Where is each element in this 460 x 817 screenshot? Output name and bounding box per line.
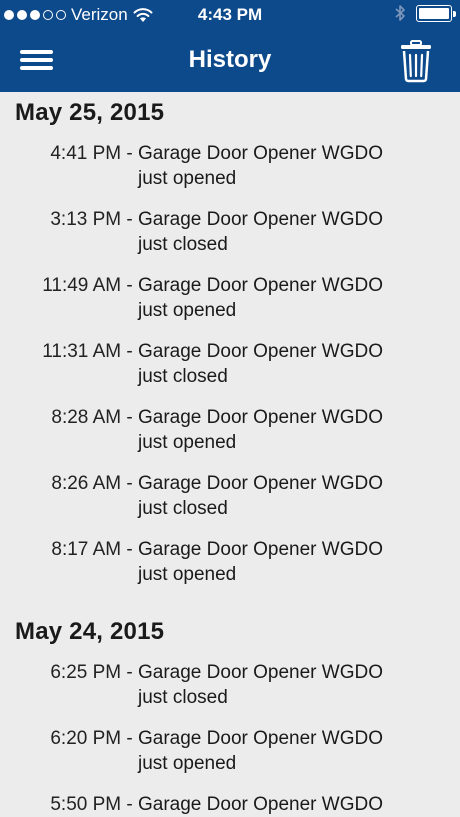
entry-time: 4:41 PM [50,143,122,164]
entry-device: Garage Door Opener WGDO [138,728,383,749]
entry-time-cell: 4:41 PM - [0,141,138,191]
entry-separator: - [121,794,138,815]
menu-button[interactable] [14,44,60,78]
entry-time-cell: 6:25 PM - [0,660,138,710]
entry-event: just closed [138,498,228,519]
entry-event: just opened [138,168,237,189]
entry-description: Garage Door Opener WGDO just opened [138,537,438,587]
status-time: 4:43 PM [197,5,263,24]
entry-description: Garage Door Opener WGDO just closed [138,207,438,257]
history-entry: 8:28 AM - Garage Door Opener WGDO just op… [0,405,460,455]
entry-description: Garage Door Opener WGDO just closed [138,339,438,389]
entry-separator: - [121,662,138,683]
entry-event: just closed [138,366,228,387]
entry-event: just closed [138,687,228,708]
entry-separator: - [121,728,138,749]
entry-event: just closed [138,234,228,255]
entry-event: just opened [138,564,237,585]
entry-time-cell: 8:26 AM - [0,471,138,521]
entry-time: 8:17 AM [51,539,122,560]
entry-time: 6:20 PM [50,728,122,749]
entry-time-cell: 3:13 PM - [0,207,138,257]
history-entry: 8:26 AM - Garage Door Opener WGDO just cl… [0,471,460,521]
entry-description: Garage Door Opener WGDO just closed [138,471,438,521]
entry-separator: - [121,407,138,428]
entry-device: Garage Door Opener WGDO [138,794,383,815]
entry-separator: - [121,341,138,362]
entry-event: just opened [138,753,237,774]
entry-description: Garage Door Opener WGDO [138,792,438,817]
trash-icon [401,40,431,83]
date-header: May 25, 2015 [15,99,165,126]
entry-device: Garage Door Opener WGDO [138,407,383,428]
entry-device: Garage Door Opener WGDO [138,539,383,560]
hamburger-menu-icon [20,50,53,70]
entry-event: just opened [138,432,237,453]
history-entry: 5:50 PM - Garage Door Opener WGDO [0,792,460,817]
entry-time-cell: 11:31 AM - [0,339,138,389]
entry-time: 3:13 PM [50,209,122,230]
history-entry: 3:13 PM - Garage Door Opener WGDO just cl… [0,207,460,257]
history-entry: 6:20 PM - Garage Door Opener WGDO just op… [0,726,460,776]
entry-time-cell: 8:17 AM - [0,537,138,587]
navigation-bar: History [0,30,460,92]
clear-history-button[interactable] [398,39,434,83]
entry-description: Garage Door Opener WGDO just opened [138,405,438,455]
entry-time-cell: 5:50 PM - [0,792,138,817]
entry-device: Garage Door Opener WGDO [138,341,383,362]
entry-time: 6:25 PM [50,662,122,683]
entry-device: Garage Door Opener WGDO [138,662,383,683]
entry-time: 8:26 AM [51,473,122,494]
entry-device: Garage Door Opener WGDO [138,473,383,494]
history-entry: 6:25 PM - Garage Door Opener WGDO just cl… [0,660,460,710]
entry-description: Garage Door Opener WGDO just closed [138,660,438,710]
entry-separator: - [121,209,138,230]
entry-device: Garage Door Opener WGDO [138,275,383,296]
status-right [395,4,456,22]
entry-separator: - [121,539,138,560]
entry-separator: - [121,143,138,164]
status-bar: Verizon 4:43 PM [0,0,460,30]
history-entry: 11:31 AM - Garage Door Opener WGDO just c… [0,339,460,389]
history-entry: 11:49 AM - Garage Door Opener WGDO just o… [0,273,460,323]
history-entry: 4:41 PM - Garage Door Opener WGDO just op… [0,141,460,191]
entry-time-cell: 6:20 PM - [0,726,138,776]
top-bar: Verizon 4:43 PM History [0,0,460,92]
entry-separator: - [121,275,138,296]
date-header: May 24, 2015 [15,618,165,645]
entry-separator: - [121,473,138,494]
entry-description: Garage Door Opener WGDO just opened [138,726,438,776]
entry-event: just opened [138,300,237,321]
entry-device: Garage Door Opener WGDO [138,143,383,164]
entry-device: Garage Door Opener WGDO [138,209,383,230]
battery-icon [416,4,456,22]
entry-time: 11:31 AM [42,341,122,362]
bluetooth-icon [395,5,405,21]
page-title: History [188,46,272,73]
entry-time: 5:50 PM [50,794,122,815]
entry-time: 8:28 AM [51,407,122,428]
history-list[interactable]: May 25, 2015 4:41 PM - Garage Door Opener… [0,92,460,817]
entry-time-cell: 8:28 AM - [0,405,138,455]
entry-description: Garage Door Opener WGDO just opened [138,141,438,191]
entry-description: Garage Door Opener WGDO just opened [138,273,438,323]
entry-time: 11:49 AM [42,275,122,296]
entry-time-cell: 11:49 AM - [0,273,138,323]
history-entry: 8:17 AM - Garage Door Opener WGDO just op… [0,537,460,587]
